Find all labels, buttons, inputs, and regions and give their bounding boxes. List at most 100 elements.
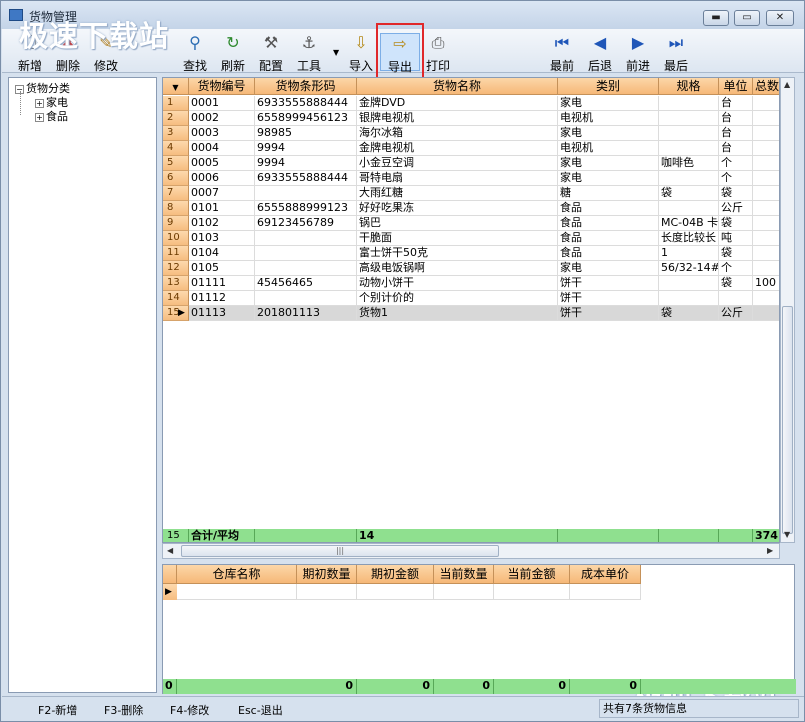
- cell-unit[interactable]: [719, 291, 753, 306]
- cell-barcode[interactable]: [255, 231, 357, 246]
- tree-item-food[interactable]: + 食品: [35, 108, 68, 124]
- cell-name[interactable]: 好好吃果冻: [357, 201, 558, 216]
- cell-spec[interactable]: [659, 171, 719, 186]
- cell-unit[interactable]: 袋: [719, 276, 753, 291]
- cell-unit[interactable]: 个: [719, 171, 753, 186]
- cell-unit[interactable]: 台: [719, 126, 753, 141]
- first-button[interactable]: ⏮ 最前: [542, 33, 582, 73]
- cell-name[interactable]: 金牌DVD: [357, 96, 558, 111]
- cell-cat[interactable]: 家电: [558, 96, 659, 111]
- row-number[interactable]: 14: [163, 291, 189, 306]
- cell-code[interactable]: 0105: [189, 261, 255, 276]
- cell-cat[interactable]: 家电: [558, 156, 659, 171]
- cell-unit[interactable]: 个: [719, 156, 753, 171]
- cell-total[interactable]: [753, 201, 779, 216]
- row-number[interactable]: 6: [163, 171, 189, 186]
- cell-code[interactable]: 0102: [189, 216, 255, 231]
- table-row[interactable]: 2 0002 6558999456123 银牌电视机 电视机 台: [163, 111, 779, 126]
- cell-code[interactable]: 01112: [189, 291, 255, 306]
- row-number[interactable]: 3: [163, 126, 189, 141]
- cell-name[interactable]: 大雨红糖: [357, 186, 558, 201]
- table-row[interactable]: 11 0104 富士饼干50克 食品 1 袋: [163, 246, 779, 261]
- row-number[interactable]: 8: [163, 201, 189, 216]
- cell-spec[interactable]: [659, 201, 719, 216]
- cell-total[interactable]: [753, 141, 779, 156]
- cell-barcode[interactable]: 9994: [255, 141, 357, 156]
- cell-barcode[interactable]: 6558999456123: [255, 111, 357, 126]
- cell-code[interactable]: 0104: [189, 246, 255, 261]
- tools-dropdown-icon[interactable]: ▼: [333, 48, 339, 57]
- cell-barcode[interactable]: [255, 261, 357, 276]
- cell-code[interactable]: 0004: [189, 141, 255, 156]
- header-current-amount[interactable]: 当前金额: [494, 565, 570, 584]
- cell-unit[interactable]: 台: [719, 111, 753, 126]
- cell-unit[interactable]: 袋: [719, 186, 753, 201]
- cell-code[interactable]: 0003: [189, 126, 255, 141]
- cell-spec[interactable]: 长度比较长: [659, 231, 719, 246]
- cell-name[interactable]: 高级电饭锅啊: [357, 261, 558, 276]
- header-opening-amount[interactable]: 期初金额: [357, 565, 434, 584]
- cell-total[interactable]: [753, 261, 779, 276]
- row-number[interactable]: 4: [163, 141, 189, 156]
- header-code[interactable]: 货物编号: [189, 78, 255, 95]
- cell-barcode[interactable]: 6933555888444: [255, 96, 357, 111]
- cell-unit[interactable]: 袋: [719, 216, 753, 231]
- cell-barcode[interactable]: [255, 291, 357, 306]
- cell-unit[interactable]: 台: [719, 96, 753, 111]
- cell-total[interactable]: [753, 111, 779, 126]
- config-button[interactable]: ⚒ 配置: [251, 33, 291, 73]
- cell-code[interactable]: 01113: [189, 306, 255, 321]
- cell-total[interactable]: [753, 126, 779, 141]
- row-number[interactable]: 10: [163, 231, 189, 246]
- cell-total[interactable]: [753, 306, 779, 321]
- cell-code[interactable]: 0103: [189, 231, 255, 246]
- cell-spec[interactable]: 咖啡色: [659, 156, 719, 171]
- stock-cell[interactable]: [570, 584, 641, 600]
- stock-cell[interactable]: [434, 584, 494, 600]
- table-row[interactable]: 1 0001 6933555888444 金牌DVD 家电 台: [163, 96, 779, 111]
- cell-name[interactable]: 干脆面: [357, 231, 558, 246]
- cell-name[interactable]: 银牌电视机: [357, 111, 558, 126]
- goods-horizontal-scrollbar[interactable]: ◀ ||| ▶: [162, 543, 780, 559]
- cell-name[interactable]: 哥特电扇: [357, 171, 558, 186]
- cell-barcode[interactable]: [255, 186, 357, 201]
- cell-cat[interactable]: 糖: [558, 186, 659, 201]
- cell-barcode[interactable]: [255, 246, 357, 261]
- cell-cat[interactable]: 食品: [558, 201, 659, 216]
- cell-spec[interactable]: [659, 276, 719, 291]
- cell-cat[interactable]: 家电: [558, 126, 659, 141]
- cell-total[interactable]: [753, 291, 779, 306]
- refresh-button[interactable]: ↻ 刷新: [213, 33, 253, 73]
- cell-code[interactable]: 0002: [189, 111, 255, 126]
- cell-barcode[interactable]: 6933555888444: [255, 171, 357, 186]
- header-name[interactable]: 货物名称: [357, 78, 558, 95]
- cell-cat[interactable]: 食品: [558, 231, 659, 246]
- scroll-down-icon[interactable]: ▼: [784, 530, 790, 539]
- stock-cell[interactable]: [297, 584, 357, 600]
- table-row[interactable]: 8 0101 6555888999123 好好吃果冻 食品 公斤: [163, 201, 779, 216]
- vertical-scroll-thumb[interactable]: [782, 306, 793, 534]
- row-number[interactable]: 9: [163, 216, 189, 231]
- cell-cat[interactable]: 饼干: [558, 276, 659, 291]
- cell-spec[interactable]: [659, 141, 719, 156]
- cell-name[interactable]: 金牌电视机: [357, 141, 558, 156]
- cell-code[interactable]: 0101: [189, 201, 255, 216]
- header-total[interactable]: 总数: [753, 78, 779, 95]
- prev-button[interactable]: ◀ 后退: [580, 33, 620, 73]
- cell-barcode[interactable]: 201801113: [255, 306, 357, 321]
- cell-total[interactable]: [753, 246, 779, 261]
- stock-cell[interactable]: [177, 584, 297, 600]
- last-button[interactable]: ⏭ 最后: [656, 33, 696, 73]
- table-row[interactable]: 5 0005 9994 小金豆空调 家电 咖啡色个: [163, 156, 779, 171]
- cell-unit[interactable]: 台: [719, 141, 753, 156]
- cell-name[interactable]: 个别计价的: [357, 291, 558, 306]
- header-warehouse[interactable]: 仓库名称: [177, 565, 297, 584]
- cell-cat[interactable]: 饼干: [558, 291, 659, 306]
- cell-total[interactable]: 100: [753, 276, 779, 291]
- row-number[interactable]: 13: [163, 276, 189, 291]
- cell-spec[interactable]: [659, 291, 719, 306]
- cell-name[interactable]: 富士饼干50克: [357, 246, 558, 261]
- horizontal-scroll-thumb[interactable]: |||: [181, 545, 499, 557]
- header-category[interactable]: 类别: [558, 78, 659, 95]
- table-row[interactable]: 9 0102 69123456789 锅巴 食品 MC-04B 卡袋: [163, 216, 779, 231]
